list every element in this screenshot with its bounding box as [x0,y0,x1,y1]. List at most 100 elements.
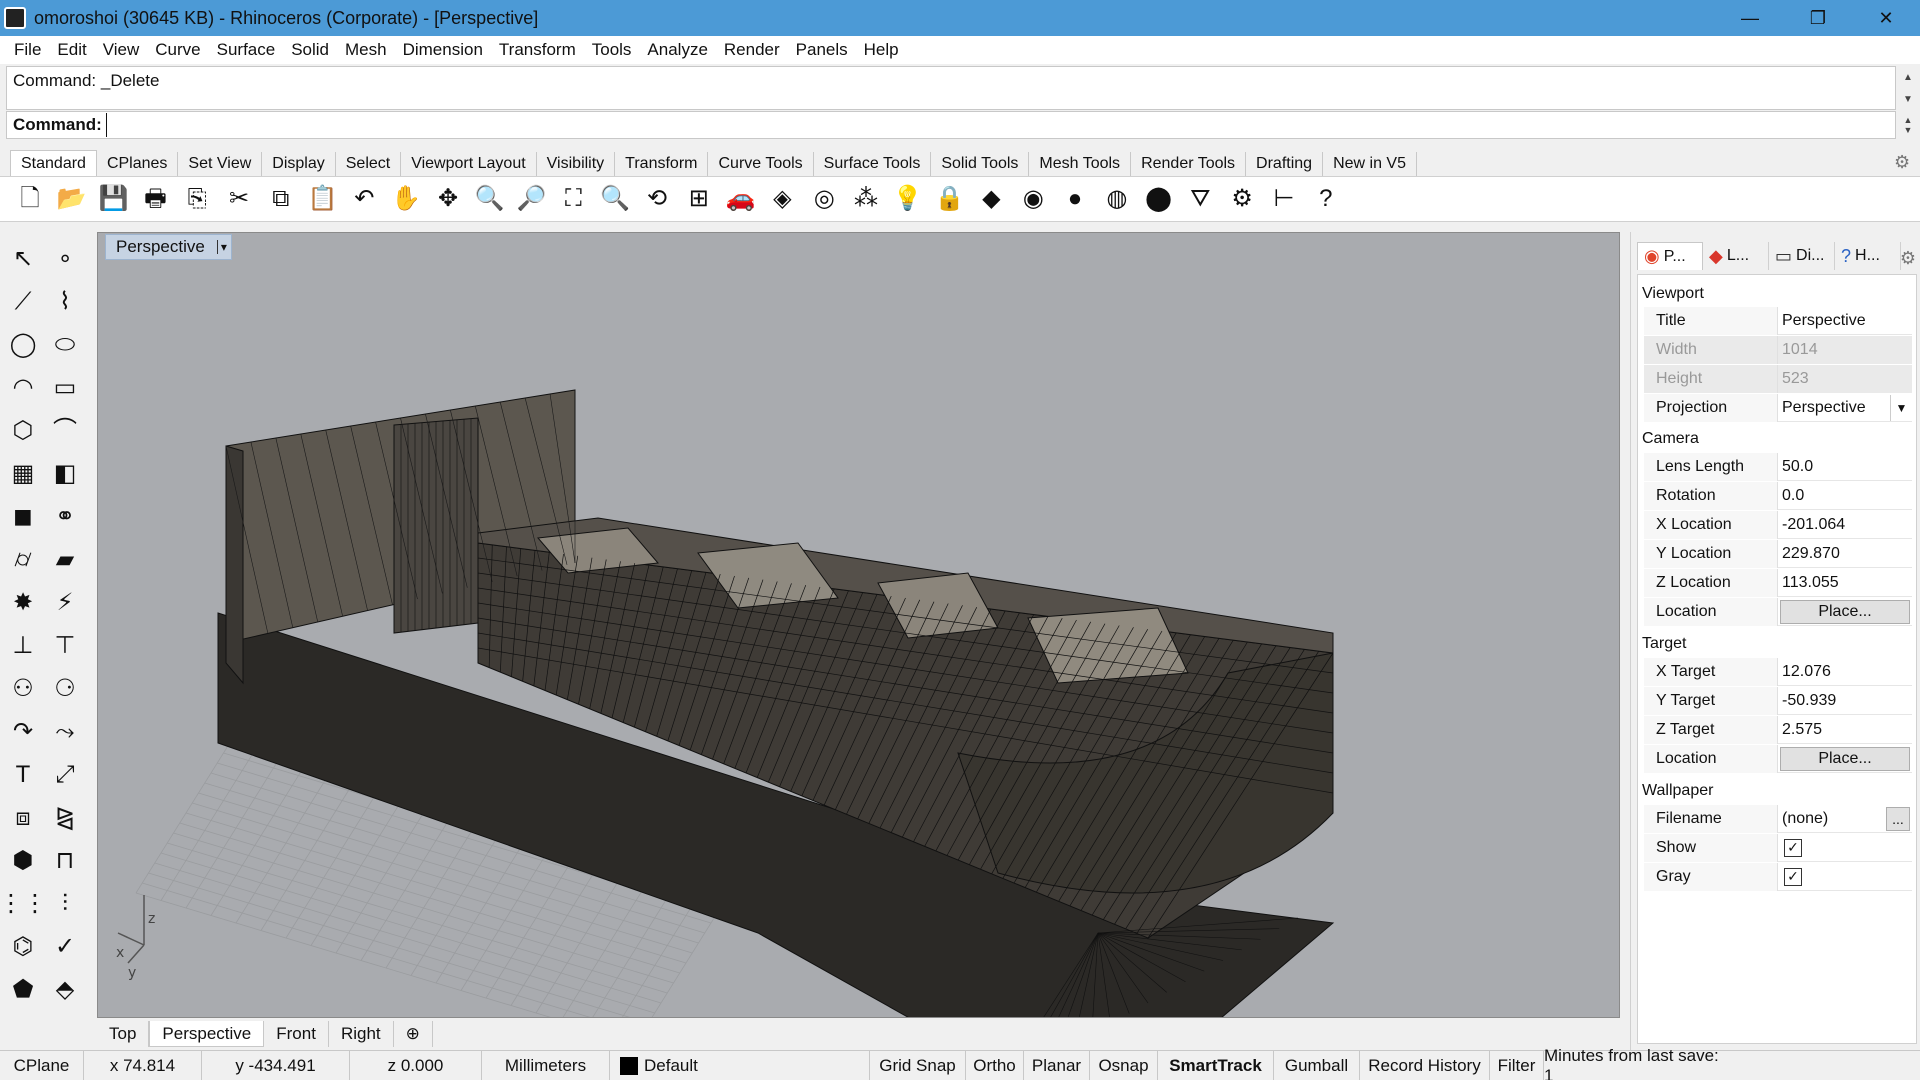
spin-up-icon[interactable]: ▲ [1904,115,1913,125]
scale-icon[interactable]: ⤢ [48,758,82,792]
circle-icon[interactable]: ◯ [6,328,40,362]
x-location-field[interactable]: -201.064 [1778,511,1912,539]
print-icon[interactable]: 🖶 [139,183,171,215]
help-icon[interactable]: ? [1310,183,1342,215]
undo-icon[interactable]: ↶ [348,183,380,215]
zoom-window-icon[interactable]: 🔎 [516,183,548,215]
layer-icon[interactable]: ◆ [975,183,1007,215]
scroll-down-icon[interactable]: ▼ [1903,94,1913,105]
status-ortho[interactable]: Ortho [966,1050,1024,1080]
viewport-tab-front[interactable]: Front [264,1021,329,1047]
viewport-tab-right[interactable]: Right [328,1021,394,1047]
light-render-icon[interactable]: ⬘ [48,973,82,1007]
mesh-plane-icon[interactable]: ▰ [48,543,82,577]
text-icon[interactable]: T [6,758,40,792]
spin-down-icon[interactable]: ▼ [1904,125,1913,135]
menu-surface[interactable]: Surface [209,40,284,60]
tab-drafting[interactable]: Drafting [1246,152,1324,176]
status-filter[interactable]: Filter [1490,1050,1544,1080]
tab-render-tools[interactable]: Render Tools [1131,152,1247,176]
tab-new-in-v5[interactable]: New in V5 [1323,152,1417,176]
menu-view[interactable]: View [95,40,148,60]
select-arrow-icon[interactable]: ↖ [6,242,40,276]
y-location-field[interactable]: 229.870 [1778,540,1912,568]
copy-icon[interactable]: ⧉ [265,183,297,215]
render-sphere-icon[interactable]: ◍ [1101,183,1133,215]
zoom-selected-icon[interactable]: 🔍 [599,183,631,215]
dimension-ruler-icon[interactable]: ⊓ [48,844,82,878]
restore-button[interactable]: ❐ [1784,0,1852,36]
light-bulb-icon[interactable]: 💡 [892,183,924,215]
fillet-icon[interactable]: ⌒ [48,414,82,448]
explode-icon[interactable]: ✸ [6,586,40,620]
toolbar-settings-gear-icon[interactable]: ⚙ [1894,152,1914,172]
status-layer[interactable]: Default [610,1050,870,1080]
solid-edit-icon[interactable]: ⬢ [6,844,40,878]
status-planar[interactable]: Planar [1024,1050,1090,1080]
tab-surface-tools[interactable]: Surface Tools [814,152,932,176]
menu-panels[interactable]: Panels [788,40,856,60]
undo-view-icon[interactable]: ⟲ [641,183,673,215]
rhino-app-icon[interactable] [4,7,26,29]
vertical-align-icon[interactable]: ⫶ [48,887,82,921]
trim-icon[interactable]: ⊥ [6,629,40,663]
tab-select[interactable]: Select [336,152,402,176]
zoom-extents-icon[interactable]: ⛶ [557,183,589,215]
menu-render[interactable]: Render [716,40,788,60]
panel-tab-help[interactable]: ? H... [1835,242,1901,270]
viewport-canvas[interactable]: z x y [98,233,1620,1018]
status-record-history[interactable]: Record History [1360,1050,1490,1080]
rotation-field[interactable]: 0.0 [1778,482,1912,510]
y-target-field[interactable]: -50.939 [1778,687,1912,715]
split-icon[interactable]: ⚡ [48,586,82,620]
status-osnap[interactable]: Osnap [1090,1050,1158,1080]
filter-icon[interactable]: ⛛ [1184,183,1216,215]
viewport-tab-perspective[interactable]: Perspective [149,1021,265,1047]
menu-transform[interactable]: Transform [491,40,584,60]
menu-curve[interactable]: Curve [147,40,208,60]
menu-dimension[interactable]: Dimension [395,40,491,60]
lens-length-field[interactable]: 50.0 [1778,453,1912,481]
tab-cplanes[interactable]: CPlanes [97,152,179,176]
array-icon[interactable]: ⧈ [6,801,40,835]
tab-mesh-tools[interactable]: Mesh Tools [1029,152,1132,176]
tab-standard[interactable]: Standard [10,150,97,176]
open-folder-icon[interactable]: 📂 [56,183,88,215]
render-object-icon[interactable]: ⬟ [6,973,40,1007]
tab-set-view[interactable]: Set View [178,152,263,176]
menu-file[interactable]: File [6,40,49,60]
target-place-button[interactable]: Place... [1780,746,1910,771]
building-model[interactable] [217,389,1335,1018]
surface-grid-icon[interactable]: ▦ [6,457,40,491]
viewport-title-tab[interactable]: Perspective ▾ [105,234,232,260]
new-file-icon[interactable]: 🗋 [14,183,46,215]
checkmark-icon[interactable]: ✓ [48,930,82,964]
pan-hand-icon[interactable]: ✋ [390,183,422,215]
status-gumball[interactable]: Gumball [1274,1050,1360,1080]
tab-visibility[interactable]: Visibility [537,152,616,176]
group-icon[interactable]: ⚇ [6,672,40,706]
tab-curve-tools[interactable]: Curve Tools [708,152,814,176]
tab-solid-tools[interactable]: Solid Tools [931,152,1030,176]
car-icon[interactable]: 🚗 [725,183,757,215]
wallpaper-filename-field[interactable]: (none) [1778,805,1886,833]
add-viewport-tab-icon[interactable]: ⊕ [393,1021,433,1047]
prop-title-value[interactable]: Perspective [1778,307,1912,335]
panel-tab-properties[interactable]: ◉ P... [1637,242,1703,270]
dimension-icon[interactable]: ⊢ [1268,183,1300,215]
z-target-field[interactable]: 2.575 [1778,716,1912,744]
arc-icon[interactable]: ◠ [6,371,40,405]
status-cplane[interactable]: CPlane [0,1050,84,1080]
command-input[interactable] [105,113,1806,137]
close-button[interactable]: ✕ [1852,0,1920,36]
color-wheel-icon[interactable]: ◉ [1017,183,1049,215]
box-icon[interactable]: ◼ [6,500,40,534]
tab-transform[interactable]: Transform [615,152,709,176]
point-icon[interactable]: ∘ [48,242,82,276]
browse-wallpaper-button[interactable]: ... [1886,806,1910,831]
zoom-dynamic-icon[interactable]: 🔍 [474,183,506,215]
panel-tab-display[interactable]: ▭ Di... [1769,242,1835,270]
panel-tab-layers[interactable]: ◆ L... [1703,242,1769,270]
circle-select-icon[interactable]: ◎ [808,183,840,215]
show-wallpaper-checkbox[interactable]: ✓ [1784,838,1802,857]
